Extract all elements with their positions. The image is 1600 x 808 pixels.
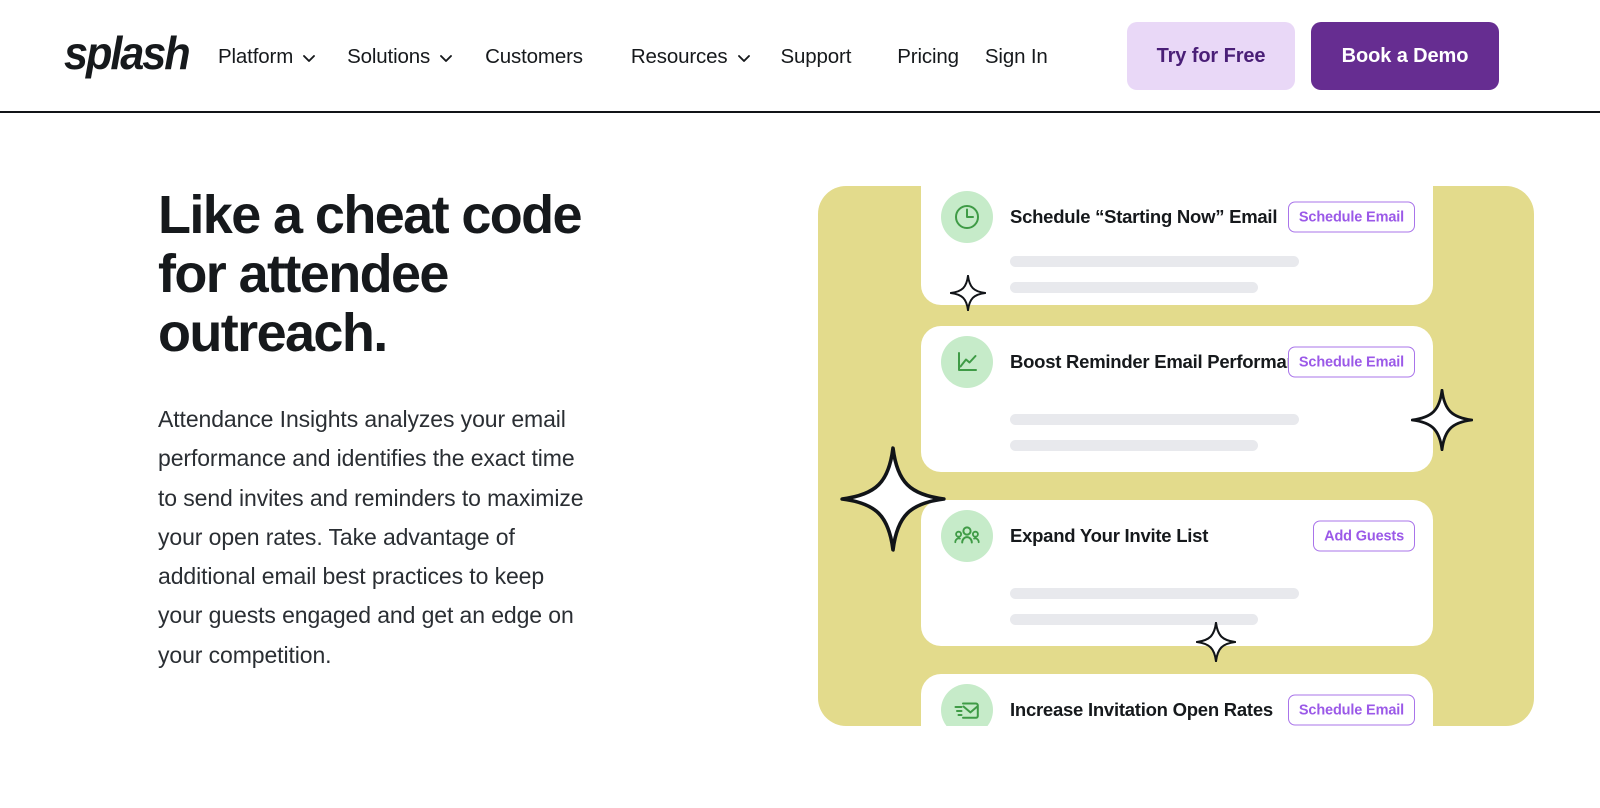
nav-item-solutions[interactable]: Solutions	[347, 45, 453, 69]
schedule-email-button[interactable]: Schedule Email	[1287, 694, 1415, 726]
list-item-title: Increase Invitation Open Rates	[1010, 699, 1273, 720]
skeleton-line	[1010, 440, 1258, 451]
chevron-down-icon	[737, 51, 751, 65]
list-item[interactable]: Expand Your Invite List Add Guests	[921, 500, 1433, 646]
nav-item-resources[interactable]: Resources	[631, 45, 751, 69]
list-item[interactable]: Increase Invitation Open Rates Schedule …	[921, 674, 1433, 726]
sparkle-icon	[950, 275, 986, 311]
add-guests-button[interactable]: Add Guests	[1313, 520, 1415, 552]
site-header: splash Platform Solutions Customers Reso…	[0, 0, 1600, 113]
hero-description: Attendance Insights analyzes your email …	[158, 406, 584, 668]
sparkle-icon	[1196, 622, 1236, 662]
chevron-down-icon	[302, 51, 316, 65]
hero-copy: Like a cheat code for attendee outreach.…	[158, 186, 628, 675]
list-item-title: Boost Reminder Email Performance	[1010, 351, 1318, 372]
sparkle-icon	[840, 446, 946, 552]
chevron-down-icon	[439, 51, 453, 65]
book-a-demo-button[interactable]: Book a Demo	[1311, 22, 1499, 90]
main-navigation: Platform Solutions Customers Resources S…	[218, 0, 1048, 113]
skeleton-line	[1010, 414, 1299, 425]
list-item-title: Schedule “Starting Now” Email	[1010, 206, 1278, 227]
nav-item-support[interactable]: Support	[781, 45, 852, 69]
nav-item-sign-in[interactable]: Sign In	[985, 45, 1048, 69]
list-item[interactable]: Schedule “Starting Now” Email Schedule E…	[921, 186, 1433, 305]
schedule-email-button[interactable]: Schedule Email	[1287, 201, 1415, 233]
line-chart-icon	[941, 336, 993, 388]
attendance-insights-illustration: Schedule “Starting Now” Email Schedule E…	[818, 186, 1534, 726]
try-for-free-button[interactable]: Try for Free	[1127, 22, 1295, 90]
fast-email-icon	[941, 684, 993, 726]
people-group-icon	[941, 510, 993, 562]
nav-item-platform[interactable]: Platform	[218, 45, 316, 69]
nav-item-customers[interactable]: Customers	[485, 45, 583, 69]
nav-item-label: Pricing	[897, 44, 959, 68]
skeleton-line	[1010, 256, 1299, 267]
sparkle-icon	[1411, 389, 1473, 451]
nav-item-label: Support	[780, 44, 852, 68]
nav-item-label: Platform	[218, 44, 294, 68]
nav-item-pricing[interactable]: Pricing	[897, 45, 959, 69]
clock-icon	[941, 191, 993, 243]
nav-item-label: Solutions	[347, 44, 431, 68]
skeleton-line	[1010, 588, 1299, 599]
splash-logo[interactable]: splash	[64, 30, 191, 76]
list-item[interactable]: Boost Reminder Email Performance Schedul…	[921, 326, 1433, 472]
nav-item-label: Resources	[630, 44, 728, 68]
nav-item-label: Customers	[485, 44, 583, 68]
nav-item-label: Sign In	[984, 44, 1048, 68]
page-title: Like a cheat code for attendee outreach.	[158, 185, 583, 363]
list-item-title: Expand Your Invite List	[1010, 525, 1209, 546]
skeleton-line	[1010, 282, 1258, 293]
schedule-email-button[interactable]: Schedule Email	[1287, 346, 1415, 378]
